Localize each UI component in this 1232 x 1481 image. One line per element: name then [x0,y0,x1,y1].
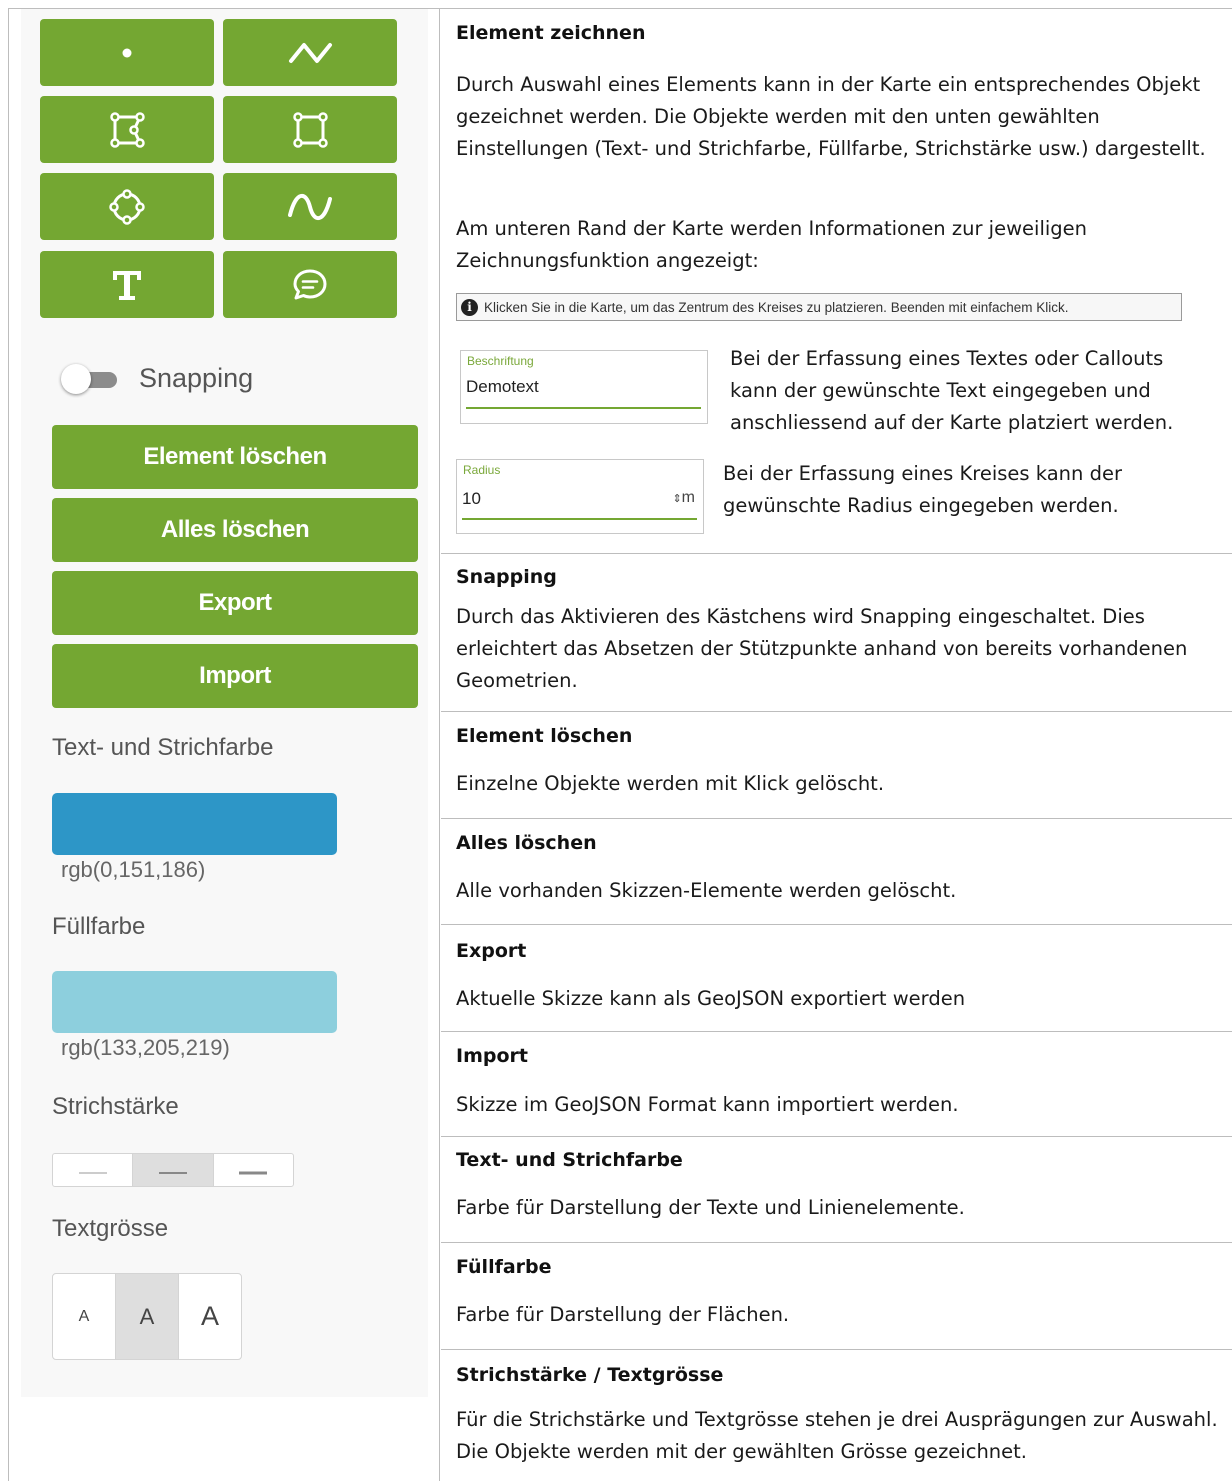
radius-field-label: Radius [463,463,501,477]
info-bar-text: Klicken Sie in die Karte, um das Zentrum… [484,299,1069,315]
info-bar-example: i Klicken Sie in die Karte, um das Zentr… [456,293,1182,321]
fill-color-value: rgb(133,205,219) [61,1035,230,1060]
text-size-selector: A A A [52,1273,242,1360]
delete-element-button[interactable]: Element löschen [52,425,418,489]
help-table: Snapping Element löschen Alles löschen E… [8,8,1232,1481]
snapping-label: Snapping [139,363,254,393]
fill-color-swatch[interactable] [52,971,337,1033]
stroke-width-medium-option[interactable] [132,1154,213,1186]
freehand-tool-button[interactable] [223,173,397,240]
section-title: Alles löschen [456,832,597,854]
sketch-panel: Snapping Element löschen Alles löschen E… [21,9,428,1397]
section-text: Farbe für Darstellung der Texte und Lini… [456,1196,965,1219]
section-export: Export Aktuelle Skizze kann als GeoJSON … [441,925,1232,1032]
section-title: Element zeichnen [456,22,646,44]
toggle-knob [61,364,91,394]
description-column: Element zeichnen Durch Auswahl eines Ele… [441,9,1232,1481]
label-input-example[interactable]: Beschriftung Demotext [460,350,708,424]
circle-icon [109,188,145,225]
text-size-large-option[interactable]: A [178,1274,241,1359]
thick-line-icon [239,1171,268,1175]
section-import: Import Skizze im GeoJSON Format kann imp… [441,1032,1232,1137]
circle-tool-button[interactable] [40,173,214,240]
section-title: Text- und Strichfarbe [456,1149,683,1171]
text-size-medium-option[interactable]: A [115,1274,178,1359]
info-icon: i [461,298,478,316]
speech-bubble-icon [293,269,327,299]
import-button[interactable]: Import [52,644,418,708]
radius-input-example[interactable]: Radius 10 ⇕m [456,459,704,534]
section-title: Export [456,940,527,962]
text-size-label: Textgrösse [52,1215,169,1242]
section-stroke-text-size: Strichstärke / Textgrösse Für die Strich… [441,1350,1232,1481]
label-field-value: Demotext [466,377,539,396]
section-snapping: Snapping Durch das Aktivieren des Kästch… [441,554,1232,712]
section-text: Einzelne Objekte werden mit Klick gelösc… [456,772,885,795]
label-field-label: Beschriftung [467,354,534,368]
section-text: Für die Strichstärke und Textgrösse steh… [456,1408,1218,1463]
sketch-panel-screenshot: Snapping Element löschen Alles löschen E… [9,9,440,1481]
rectangle-tool-button[interactable] [223,96,397,163]
section-title: Element löschen [456,725,633,747]
section-delete-element: Element löschen Einzelne Objekte werden … [441,712,1232,819]
section-draw-element: Element zeichnen Durch Auswahl eines Ele… [441,9,1232,554]
section-stroke-color: Text- und Strichfarbe Farbe für Darstell… [441,1137,1232,1243]
delete-all-button[interactable]: Alles löschen [52,498,418,562]
stroke-width-label: Strichstärke [52,1093,179,1120]
freehand-curve-icon [288,193,332,220]
text-tool-button[interactable] [40,251,214,318]
stroke-width-thick-option[interactable] [212,1154,293,1186]
section-text: Durch das Aktivieren des Kästchens wird … [456,605,1188,692]
section-text: Skizze im GeoJSON Format kann importiert… [456,1093,959,1116]
snapping-toggle[interactable] [61,362,121,394]
rectangle-icon [293,111,328,148]
input-underline [466,407,701,409]
label-field-description: Bei der Erfassung eines Textes oder Call… [730,347,1174,434]
input-underline [462,518,697,520]
section-delete-all: Alles löschen Alle vorhanden Skizzen-Ele… [441,819,1232,925]
stroke-width-selector [52,1153,294,1187]
point-tool-button[interactable] [40,19,214,86]
section-fill-color: Füllfarbe Farbe für Darstellung der Fläc… [441,1243,1232,1350]
radius-unit: ⇕m [672,489,695,506]
section-text: Farbe für Darstellung der Flächen. [456,1303,790,1326]
stroke-color-label: Text- und Strichfarbe [52,734,274,761]
spinner-icon: ⇕ [672,493,682,505]
stroke-width-thin-option[interactable] [53,1154,132,1186]
section-title: Snapping [456,566,557,588]
polyline-icon [289,42,332,63]
text-icon [113,270,141,300]
section-text: Durch Auswahl eines Elements kann in der… [456,73,1206,160]
section-title: Import [456,1045,528,1067]
section-title: Strichstärke / Textgrösse [456,1364,724,1386]
fill-color-label: Füllfarbe [52,913,146,940]
export-button[interactable]: Export [52,571,418,635]
section-text: Alle vorhanden Skizzen-Elemente werden g… [456,879,957,902]
radius-field-description: Bei der Erfassung eines Kreises kann der… [723,462,1122,517]
callout-tool-button[interactable] [223,251,397,318]
stroke-color-swatch[interactable] [52,793,337,855]
point-icon [122,48,132,57]
thin-line-icon [78,1172,107,1174]
line-tool-button[interactable] [223,19,397,86]
polygon-icon [110,111,145,148]
medium-line-icon [158,1172,187,1174]
section-text: Aktuelle Skizze kann als GeoJSON exporti… [456,987,966,1010]
radius-field-value: 10 [462,489,481,508]
stroke-color-value: rgb(0,151,186) [61,857,206,882]
section-text: Am unteren Rand der Karte werden Informa… [456,217,1088,272]
section-title: Füllfarbe [456,1256,552,1278]
text-size-small-option[interactable]: A [53,1274,115,1359]
polygon-tool-button[interactable] [40,96,214,163]
